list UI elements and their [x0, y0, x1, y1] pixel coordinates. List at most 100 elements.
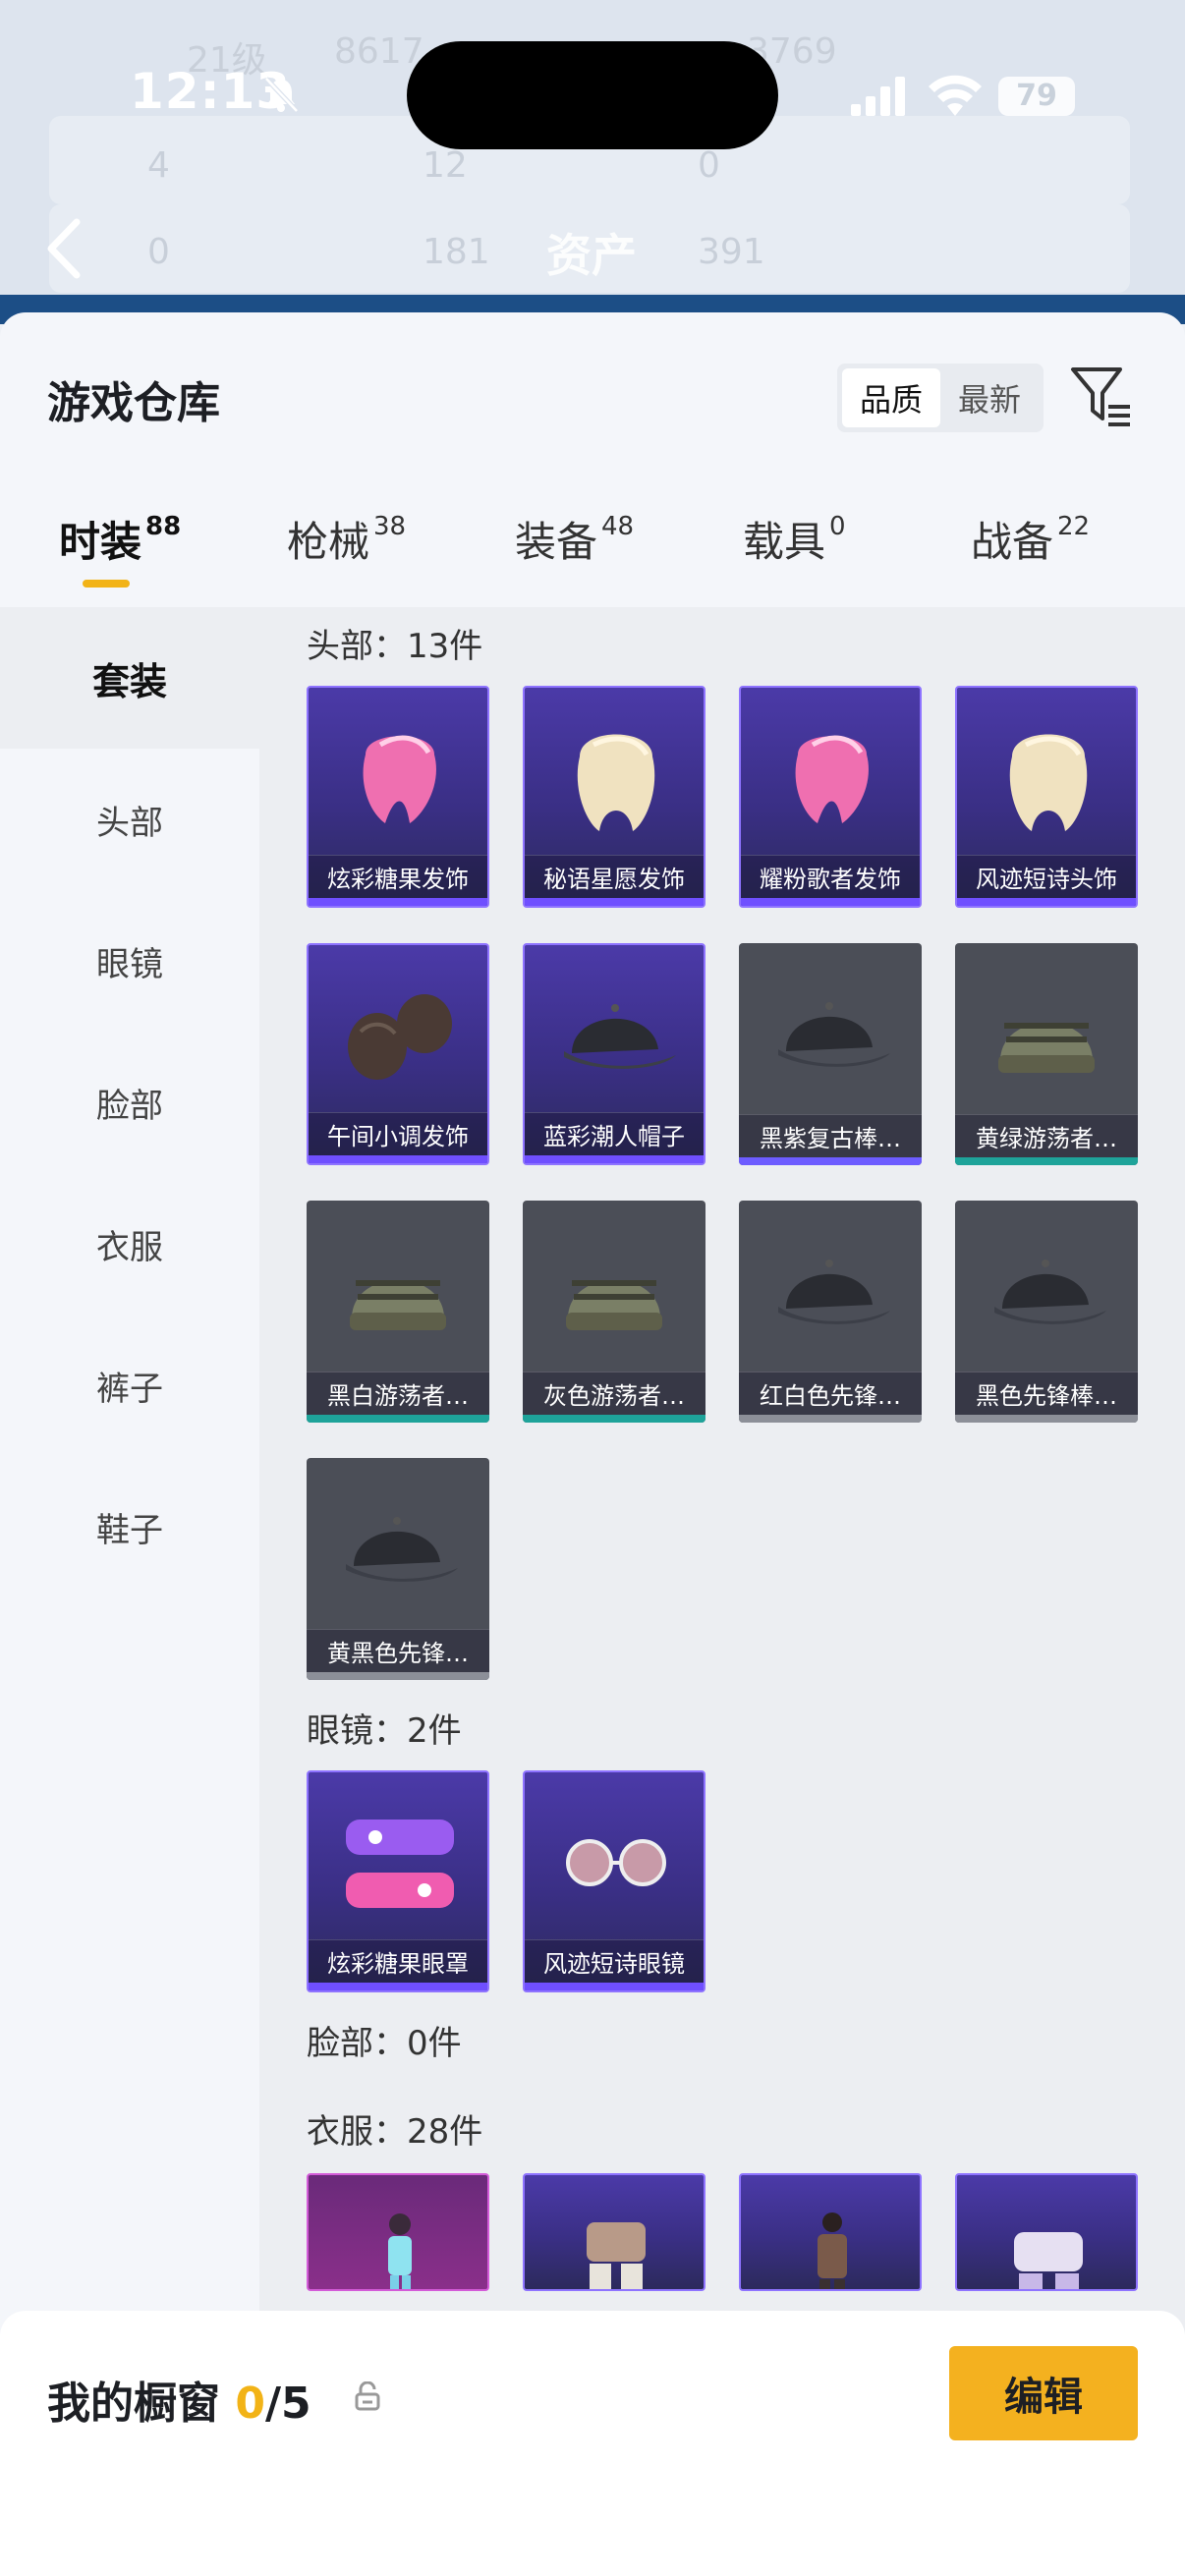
rarity-bar — [525, 1983, 704, 1990]
rarity-bar — [739, 1415, 922, 1423]
sidebar-item-head[interactable]: 头部 — [0, 749, 259, 890]
blonde-hair-icon — [577, 734, 655, 831]
item-card[interactable]: 灰色游荡者… — [523, 1201, 705, 1423]
sidebar-item-shoes[interactable]: 鞋子 — [0, 1456, 259, 1597]
outfit-icon — [1014, 2232, 1083, 2289]
item-card[interactable]: 风迹短诗头饰 — [955, 686, 1138, 908]
pink-hair-icon — [363, 735, 436, 823]
clothes-item-card[interactable] — [307, 2173, 489, 2291]
glasses-icon — [566, 1839, 666, 1886]
wifi-icon — [929, 75, 982, 116]
tab-count: 48 — [601, 512, 635, 541]
item-name: 黑色先锋棒… — [955, 1372, 1138, 1415]
sort-option-newest[interactable]: 最新 — [940, 368, 1039, 427]
outfit-figure-icon — [818, 2212, 847, 2289]
tab-label: 载具 — [743, 518, 826, 566]
tab-supplies[interactable]: 战备 22 — [971, 509, 1090, 569]
item-card[interactable]: 黑色先锋棒… — [955, 1201, 1138, 1423]
rarity-bar — [739, 1157, 922, 1165]
sidebar-item-pants[interactable]: 裤子 — [0, 1315, 259, 1456]
beanie-icon — [998, 1023, 1095, 1073]
item-name: 蓝彩潮人帽子 — [525, 1112, 704, 1155]
item-card[interactable]: 黑紫复古棒… — [739, 943, 922, 1165]
tab-vehicles[interactable]: 载具 0 — [743, 509, 846, 569]
beanie-icon — [566, 1280, 662, 1330]
tab-equipment[interactable]: 装备 48 — [515, 509, 634, 569]
showcase-title: 我的橱窗 — [47, 2379, 220, 2429]
rarity-bar — [309, 898, 487, 906]
item-name: 耀粉歌者发饰 — [741, 855, 920, 898]
clothes-item-card[interactable] — [955, 2173, 1138, 2291]
ghost-stat: 0 — [147, 232, 170, 272]
ghost-stat: 181 — [423, 232, 490, 272]
edit-button[interactable]: 编辑 — [949, 2346, 1138, 2440]
sort-option-quality[interactable]: 品质 — [842, 368, 940, 427]
item-card[interactable]: 红白色先锋… — [739, 1201, 922, 1423]
item-name: 黑白游荡者… — [307, 1372, 489, 1415]
rarity-bar — [525, 1155, 704, 1163]
tab-guns[interactable]: 枪械 38 — [287, 509, 406, 569]
item-name: 秘语星愿发饰 — [525, 855, 704, 898]
sort-toggle: 品质 最新 — [837, 364, 1044, 432]
tab-label: 枪械 — [287, 518, 370, 566]
item-card[interactable]: 耀粉歌者发饰 — [739, 686, 922, 908]
item-card[interactable]: 黄黑色先锋… — [307, 1458, 489, 1680]
showcase-label: 我的橱窗 0/5 — [47, 2368, 311, 2431]
cap-icon — [564, 1004, 676, 1069]
tab-fashion[interactable]: 时装 88 — [59, 509, 181, 569]
tab-count: 0 — [829, 512, 846, 541]
item-card[interactable]: 炫彩糖果眼罩 — [307, 1770, 489, 1992]
ghost-stat: 391 — [698, 232, 765, 272]
tab-active-indicator — [83, 580, 130, 588]
dark-hair-icon — [348, 994, 452, 1080]
rarity-bar — [309, 1155, 487, 1163]
item-name: 风迹短诗头饰 — [957, 855, 1136, 898]
sidebar-item-set[interactable]: 套装 — [0, 607, 259, 749]
item-name: 风迹短诗眼镜 — [525, 1939, 704, 1983]
rarity-bar — [741, 898, 920, 906]
section-title-clothes: 衣服：28件 — [307, 2112, 483, 2152]
showcase-total: /5 — [264, 2379, 311, 2429]
outfit-figure-icon — [388, 2213, 412, 2289]
section-title-head: 头部：13件 — [307, 627, 483, 666]
cap-icon — [778, 1002, 890, 1067]
item-name: 炫彩糖果眼罩 — [309, 1939, 487, 1983]
back-arrow-icon[interactable] — [39, 214, 88, 283]
tab-label: 战备 — [971, 518, 1054, 566]
showcase-bar: 我的橱窗 0/5 编辑 — [0, 2311, 1185, 2576]
sidebar-item-face[interactable]: 脸部 — [0, 1032, 259, 1173]
rarity-bar — [525, 898, 704, 906]
item-name: 黄黑色先锋… — [307, 1629, 489, 1672]
signal-icon — [851, 77, 905, 116]
blonde-hair-icon — [1009, 734, 1088, 831]
rarity-bar — [309, 1983, 487, 1990]
sidebar: 套装 头部 眼镜 脸部 衣服 裤子 鞋子 — [0, 607, 259, 2576]
clothes-item-card[interactable] — [523, 2173, 705, 2291]
clothes-item-card[interactable] — [739, 2173, 922, 2291]
eye-mask-icon — [346, 1820, 454, 1908]
item-card[interactable]: 午间小调发饰 — [307, 943, 489, 1165]
lock-icon — [355, 2381, 380, 2411]
page-title: 资产 — [546, 229, 637, 282]
item-card[interactable]: 炫彩糖果发饰 — [307, 686, 489, 908]
item-name: 黑紫复古棒… — [739, 1114, 922, 1157]
item-card[interactable]: 风迹短诗眼镜 — [523, 1770, 705, 1992]
sidebar-item-glasses[interactable]: 眼镜 — [0, 890, 259, 1032]
warehouse-sheet: 游戏仓库 品质 最新 时装 88 枪械 38 装备 48 载具 0 战备 22 套装 头部… — [0, 312, 1185, 2576]
item-name: 午间小调发饰 — [309, 1112, 487, 1155]
item-card[interactable]: 黄绿游荡者… — [955, 943, 1138, 1165]
item-card[interactable]: 秘语星愿发饰 — [523, 686, 705, 908]
sidebar-item-clothes[interactable]: 衣服 — [0, 1173, 259, 1315]
item-card[interactable]: 蓝彩潮人帽子 — [523, 943, 705, 1165]
showcase-used-count: 0 — [235, 2379, 265, 2429]
ghost-stat: 0 — [698, 145, 720, 186]
ghost-score-1: 8617 — [334, 31, 424, 72]
tab-label: 装备 — [515, 518, 598, 566]
category-tabs: 时装 88 枪械 38 装备 48 载具 0 战备 22 — [0, 509, 1185, 607]
tab-count: 22 — [1057, 512, 1091, 541]
item-name: 红白色先锋… — [739, 1372, 922, 1415]
item-card[interactable]: 黑白游荡者… — [307, 1201, 489, 1423]
item-name: 灰色游荡者… — [523, 1372, 705, 1415]
rarity-bar — [307, 1415, 489, 1423]
filter-icon[interactable] — [1069, 362, 1134, 430]
